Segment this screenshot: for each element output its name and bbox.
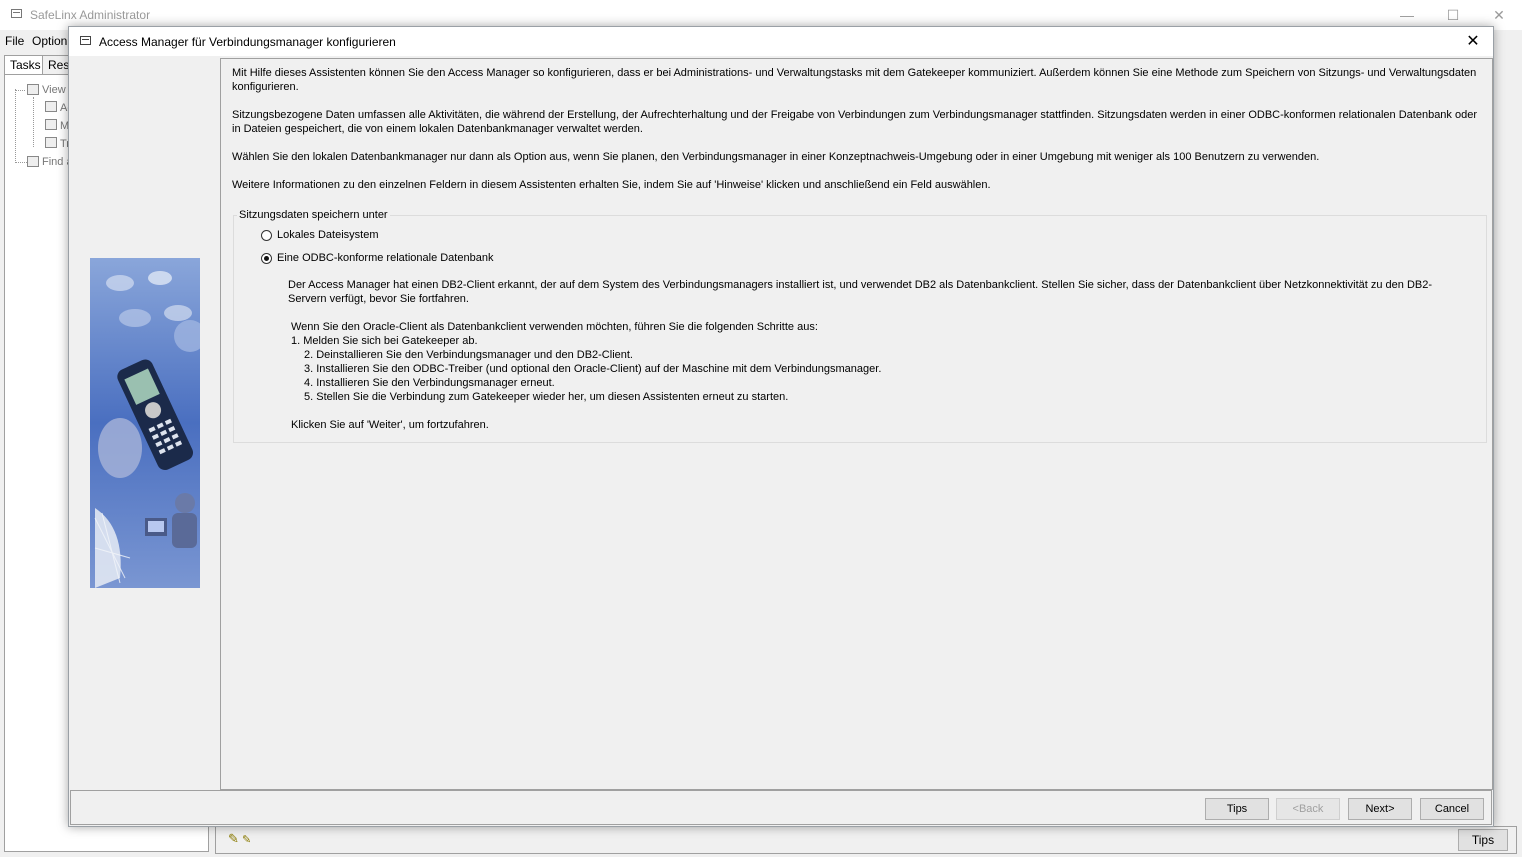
task-icon xyxy=(45,119,57,130)
step-item: 2. Deinstallieren Sie den Verbindungsman… xyxy=(304,349,633,361)
config-dialog: Access Manager für Verbindungsmanager ko… xyxy=(68,26,1494,827)
tree-connector xyxy=(33,97,34,147)
oracle-intro: Wenn Sie den Oracle-Client als Datenbank… xyxy=(291,321,818,333)
task-icon xyxy=(45,137,57,148)
tree-connector xyxy=(15,162,27,163)
group-legend: Sitzungsdaten speichern unter xyxy=(237,209,390,221)
wizard-content-panel: Mit Hilfe dieses Assistenten können Sie … xyxy=(220,58,1493,790)
step-item: 4. Installieren Sie den Verbindungsmanag… xyxy=(304,377,555,389)
intro-paragraph-4: Weitere Informationen zu den einzelnen F… xyxy=(232,179,991,191)
continue-hint: Klicken Sie auf 'Weiter', um fortzufahre… xyxy=(291,419,489,431)
main-window-title: SafeLinx Administrator xyxy=(30,8,151,22)
step-item: 1. Melden Sie sich bei Gatekeeper ab. xyxy=(291,335,478,347)
window-icon xyxy=(80,36,91,45)
menu-options[interactable]: Option xyxy=(32,34,67,48)
close-icon[interactable]: ✕ xyxy=(1453,27,1493,56)
intro-paragraph-3: Wählen Sie den lokalen Datenbankmanager … xyxy=(232,151,1320,163)
cancel-button[interactable]: Cancel xyxy=(1420,798,1484,820)
window-icon xyxy=(11,9,22,18)
back-button[interactable]: <Back xyxy=(1276,798,1340,820)
tree-connector xyxy=(15,89,16,161)
step-item: 5. Stellen Sie die Verbindung zum Gateke… xyxy=(304,391,789,403)
tab-tasks[interactable]: Tasks xyxy=(4,55,47,76)
task-icon xyxy=(45,101,57,112)
tree-connector xyxy=(15,90,25,91)
dialog-title: Access Manager für Verbindungsmanager ko… xyxy=(99,35,396,49)
tips-button[interactable]: Tips xyxy=(1205,798,1269,820)
pencil-icon[interactable]: ✎ xyxy=(242,833,251,846)
find-icon xyxy=(27,156,39,167)
radio-local-filesystem-label[interactable]: Lokales Dateisystem xyxy=(277,229,379,241)
intro-paragraph-2: Sitzungsbezogene Daten umfassen alle Akt… xyxy=(232,109,1477,135)
radio-local-filesystem[interactable] xyxy=(261,230,272,241)
radio-odbc-database-label[interactable]: Eine ODBC-konforme relationale Datenbank xyxy=(277,252,493,264)
db2-notice: Der Access Manager hat einen DB2-Client … xyxy=(288,279,1432,305)
status-tips-button[interactable]: Tips xyxy=(1458,829,1508,851)
radio-odbc-database[interactable] xyxy=(261,253,272,264)
next-button[interactable]: Next> xyxy=(1348,798,1412,820)
folder-icon xyxy=(27,84,39,95)
step-item: 3. Installieren Sie den ODBC-Treiber (un… xyxy=(304,363,882,375)
dialog-titlebar: Access Manager für Verbindungsmanager ko… xyxy=(69,27,1493,56)
wizard-button-bar: Tips <Back Next> Cancel xyxy=(70,790,1492,825)
menu-file[interactable]: File xyxy=(5,34,24,48)
wizard-side-image xyxy=(90,258,200,588)
status-bar: ✎ ✎ Tips xyxy=(215,826,1517,854)
pencil-icon[interactable]: ✎ xyxy=(228,831,239,847)
wizard-illustration xyxy=(90,258,200,588)
intro-paragraph-1: Mit Hilfe dieses Assistenten können Sie … xyxy=(232,67,1477,93)
